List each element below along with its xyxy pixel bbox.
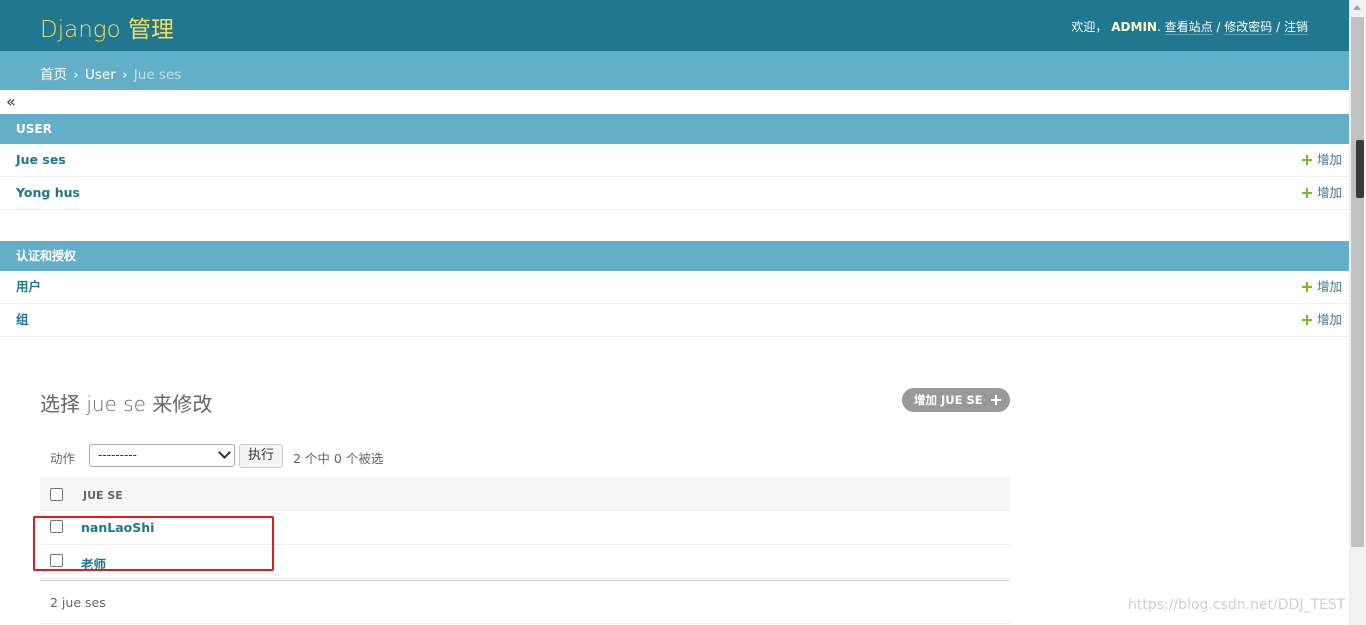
annotation-highlight-box (33, 516, 274, 571)
action-select[interactable]: --------- (89, 444, 235, 467)
breadcrumb-current: Jue ses (133, 67, 182, 83)
app-module-auth: 认证和授权 用户 增加 组 增加 (0, 241, 1349, 337)
breadcrumb-home[interactable]: 首页 (40, 67, 67, 83)
model-link-users[interactable]: 用户 (16, 271, 41, 303)
watermark: https://blog.csdn.net/DDJ_TEST (1128, 597, 1346, 613)
model-link-groups[interactable]: 组 (16, 304, 29, 336)
add-jue-se-button[interactable]: 增加 JUE SE (902, 388, 1010, 412)
model-link-yong-hus[interactable]: Yong hus (16, 177, 80, 209)
overlay-widget (1356, 140, 1364, 198)
vertical-scrollbar[interactable] (1349, 0, 1366, 625)
view-site-link[interactable]: 查看站点 (1164, 20, 1213, 35)
chevron-down-icon (218, 446, 231, 459)
site-brand[interactable]: Django 管理 (40, 10, 174, 44)
username: ADMIN (1111, 20, 1157, 34)
page-title: 选择 jue se 来修改 (40, 392, 213, 416)
selection-counter: 2 个中 0 个被选 (293, 451, 384, 466)
user-tools: 欢迎， ADMIN. 查看站点 / 修改密码 / 注销 (1071, 20, 1308, 35)
table-header: JUE SE (40, 478, 1010, 511)
model-row: 组 增加 (0, 304, 1349, 337)
logout-link[interactable]: 注销 (1283, 20, 1308, 35)
module-caption[interactable]: 认证和授权 (0, 241, 1349, 271)
actions-label: 动作 (50, 451, 76, 466)
breadcrumb: 首页 › User › Jue ses (0, 51, 1349, 90)
add-link[interactable]: 增加 (1301, 177, 1342, 209)
add-link[interactable]: 增加 (1301, 144, 1342, 176)
scroll-up-icon[interactable] (1353, 5, 1361, 10)
app-module-user: USER Jue ses 增加 Yong hus 增加 (0, 114, 1349, 210)
plus-icon (1301, 188, 1312, 198)
plus-icon (1301, 155, 1312, 165)
add-link[interactable]: 增加 (1301, 271, 1342, 303)
change-password-link[interactable]: 修改密码 (1224, 20, 1273, 35)
add-link[interactable]: 增加 (1301, 304, 1342, 336)
select-all-checkbox[interactable] (50, 488, 63, 501)
column-header-jue-se[interactable]: JUE SE (83, 489, 123, 502)
module-caption[interactable]: USER (0, 114, 1349, 144)
plus-icon (991, 395, 1001, 405)
model-row: Jue ses 增加 (0, 144, 1349, 177)
plus-icon (1301, 282, 1312, 292)
model-row: Yong hus 增加 (0, 177, 1349, 210)
model-link-jue-ses[interactable]: Jue ses (16, 144, 66, 176)
breadcrumb-app[interactable]: User (85, 67, 116, 83)
go-button[interactable]: 执行 (239, 444, 283, 468)
header: Django 管理 欢迎， ADMIN. 查看站点 / 修改密码 / 注销 (0, 0, 1349, 51)
scrollbar-thumb[interactable] (1351, 17, 1364, 547)
sidebar-toggle-button[interactable]: « (6, 92, 16, 111)
actions-bar: 动作 --------- 执行 2 个中 0 个被选 (40, 444, 1010, 468)
model-row: 用户 增加 (0, 271, 1349, 304)
plus-icon (1301, 315, 1312, 325)
welcome-text: 欢迎， (1071, 20, 1108, 34)
paginator: 2 jue ses (40, 580, 1010, 624)
